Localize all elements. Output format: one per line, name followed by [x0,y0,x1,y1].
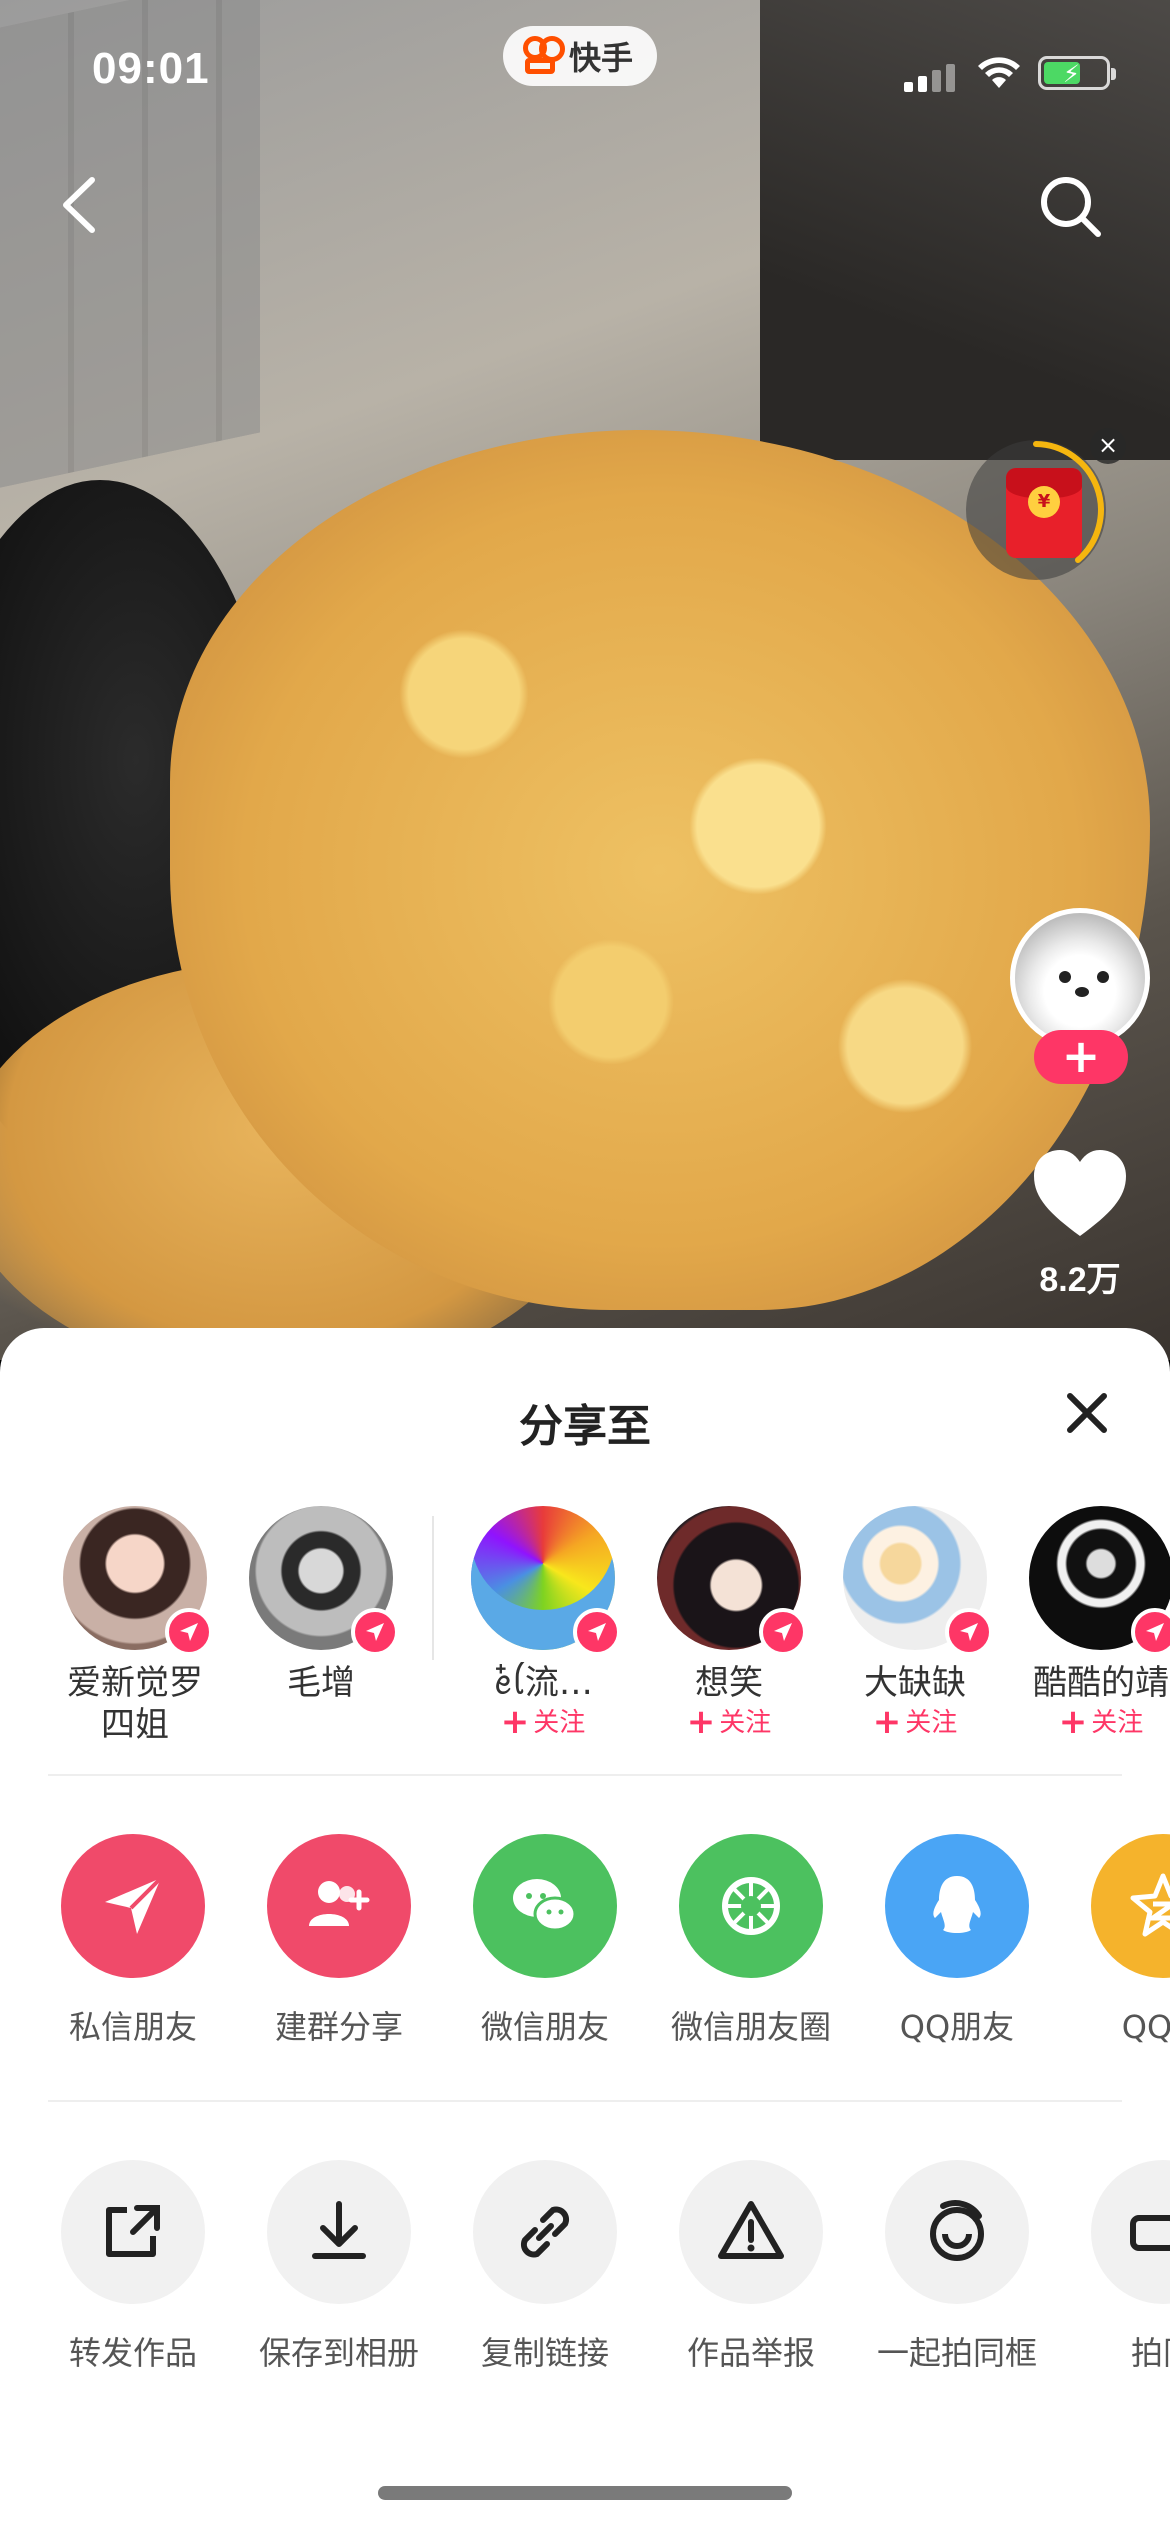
red-packet-widget[interactable]: ¥ × [966,428,1126,580]
cellular-signal-icon [904,60,956,92]
kuaishou-logo-icon [521,36,565,76]
close-icon[interactable] [1060,1386,1114,1440]
like-count: 8.2万 [1039,1261,1121,1299]
paper-plane-badge-icon [165,1608,213,1656]
friend-item[interactable]: 想笑 + 关注 [636,1506,822,1741]
share-target-label: 建群分享 [274,2008,403,2046]
action-copy-link[interactable]: 复制链接 [442,2160,648,2374]
qq-icon [885,1834,1029,1978]
friend-avatar [63,1506,213,1656]
camera-icon [1091,2160,1170,2304]
duet-icon [885,2160,1029,2304]
share-target-label: 微信朋友 [480,2008,609,2046]
moments-icon [679,1834,823,1978]
action-shoot-same[interactable]: 拍同 [1060,2160,1170,2374]
friend-name: 爱新觉罗 四姐 [67,1663,203,1745]
share-targets-row: 私信朋友 建群分享 微信朋友 微信朋友圈 QQ朋友 QQ [0,1834,1170,2074]
status-time: 09:01 [92,44,210,93]
link-icon [473,2160,617,2304]
heart-icon[interactable] [1030,1148,1130,1240]
friends-row: 爱新觉罗 四姐 毛增 ꫀ໋ꪶ流… + 关注 想笑 + 关注 大缺缺 + 关注 酷… [0,1506,1170,1746]
search-icon [1041,177,1101,237]
share-target-label: 私信朋友 [68,2008,197,2046]
friend-item[interactable]: 大缺缺 + 关注 [822,1506,1008,1741]
friend-name: ꫀ໋ꪶ流… [493,1663,593,1703]
friend-avatar [1029,1506,1170,1656]
share-wechat-friend[interactable]: 微信朋友 [442,1834,648,2048]
friend-name: 想笑 [695,1663,763,1703]
action-forward[interactable]: 转发作品 [30,2160,236,2374]
share-target-label: QQ空 [1121,2008,1170,2046]
follow-link[interactable]: + 关注 [636,1704,822,1741]
friend-name: 大缺缺 [864,1663,966,1703]
follow-link[interactable]: + 关注 [1008,1704,1170,1741]
action-save-to-album[interactable]: 保存到相册 [236,2160,442,2374]
paper-plane-badge-icon [573,1608,621,1656]
action-label: 转发作品 [68,2334,197,2372]
share-qzone[interactable]: QQ空 [1060,1834,1170,2048]
qzone-icon [1091,1834,1170,1978]
friend-item[interactable]: 酷酷的靖 + 关注 [1008,1506,1170,1741]
back-button[interactable] [50,170,110,240]
paper-plane-badge-icon [1131,1608,1170,1656]
paper-plane-badge-icon [759,1608,807,1656]
action-duet[interactable]: 一起拍同框 [854,2160,1060,2374]
battery-icon: ⚡ [1038,56,1116,90]
red-envelope-icon: ¥ [1006,468,1082,558]
action-label: 保存到相册 [258,2334,419,2372]
friend-item[interactable]: ꫀ໋ꪶ流… + 关注 [450,1506,636,1741]
friend-avatar [657,1506,807,1656]
follow-link[interactable]: + 关注 [450,1704,636,1741]
friend-avatar [249,1506,399,1656]
action-label: 一起拍同框 [876,2334,1037,2372]
video-frame[interactable] [0,0,1170,1360]
action-label: 拍同 [1130,2334,1170,2372]
section-divider [48,1774,1122,1776]
actions-row: 转发作品 保存到相册 复制链接 作品举报 一起拍同框 拍 [0,2160,1170,2400]
wifi-icon [978,57,1020,88]
sheet-title: 分享至 [519,1401,651,1452]
follow-link[interactable]: + 关注 [822,1704,1008,1741]
share-target-label: 微信朋友圈 [670,2008,831,2046]
chevron-left-icon [63,177,95,233]
action-label: 复制链接 [480,2334,609,2372]
friend-item[interactable]: 毛增 [228,1506,414,1704]
friend-avatar [843,1506,993,1656]
search-button[interactable] [1036,172,1106,242]
friend-item[interactable]: 爱新觉罗 四姐 [42,1506,228,1746]
share-qq-friend[interactable]: QQ朋友 [854,1834,1060,2048]
friend-name: 毛增 [287,1663,355,1703]
paper-plane-badge-icon [945,1608,993,1656]
share-target-label: QQ朋友 [899,2008,1015,2046]
paper-plane-icon [61,1834,205,1978]
author-avatar[interactable] [1010,908,1150,1048]
close-red-packet-button[interactable]: × [1090,428,1126,464]
add-group-icon [267,1834,411,1978]
app-name: 快手 [569,39,634,77]
report-icon [679,2160,823,2304]
share-private-message[interactable]: 私信朋友 [30,1834,236,2048]
share-create-group[interactable]: 建群分享 [236,1834,442,2048]
home-indicator[interactable] [378,2486,792,2500]
share-sheet: 分享至 爱新觉罗 四姐 毛增 ꫀ໋ꪶ流… + 关注 想笑 + 关注 大缺缺 + … [0,1328,1170,2532]
follow-author-button[interactable]: + [1034,1030,1128,1084]
action-report[interactable]: 作品举报 [648,2160,854,2374]
share-wechat-moments[interactable]: 微信朋友圈 [648,1834,854,2048]
friends-divider [432,1516,434,1660]
app-indicator-pill: 快手 [503,26,658,86]
friend-name: 酷酷的靖 [1033,1663,1169,1703]
forward-icon [61,2160,205,2304]
paper-plane-badge-icon [351,1608,399,1656]
download-icon [267,2160,411,2304]
status-bar: 09:01 快手 ⚡ [0,0,1170,140]
wechat-icon [473,1834,617,1978]
action-label: 作品举报 [686,2334,815,2372]
friend-avatar [471,1506,621,1656]
section-divider [48,2100,1122,2102]
